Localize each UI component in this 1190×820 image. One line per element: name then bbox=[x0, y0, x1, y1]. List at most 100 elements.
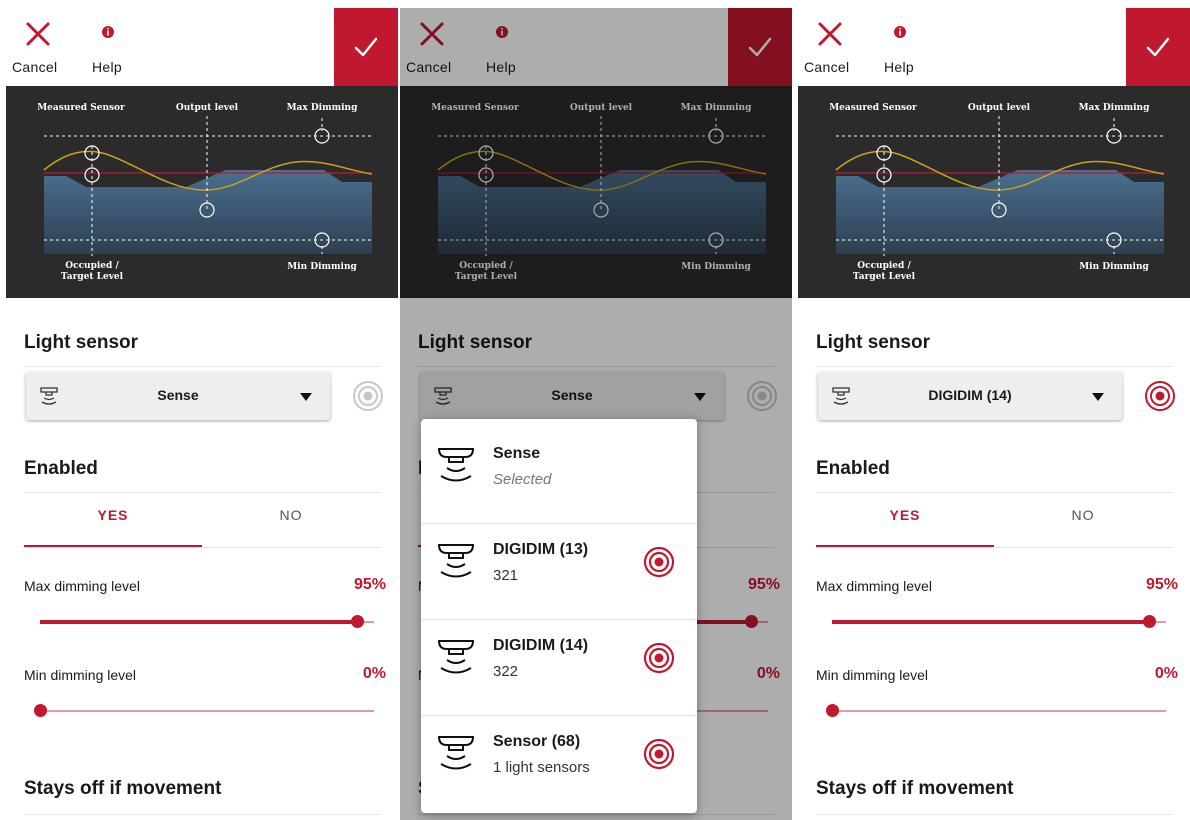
info-icon bbox=[102, 26, 114, 38]
divider bbox=[816, 366, 1172, 367]
dimming-diagram: Measured Sensor Output level Max Dimming… bbox=[798, 86, 1190, 298]
chevron-down-icon bbox=[300, 393, 312, 401]
selected-sensor: Sense bbox=[157, 387, 199, 403]
help-button[interactable]: Help bbox=[884, 8, 944, 86]
min-dimming-value: 0% bbox=[362, 665, 386, 682]
output-level-label: Output level bbox=[176, 103, 239, 113]
selected-sensor: DIGIDIM (14) bbox=[928, 387, 1012, 403]
cancel-label: Cancel bbox=[12, 59, 58, 75]
dropdown-divider bbox=[421, 619, 697, 620]
close-icon bbox=[26, 22, 50, 46]
check-icon bbox=[354, 37, 378, 57]
target-icon[interactable] bbox=[1144, 380, 1176, 412]
cancel-button[interactable]: Cancel bbox=[804, 8, 864, 86]
light-sensor-select[interactable]: DIGIDIM (14) bbox=[818, 372, 1122, 420]
check-icon bbox=[1146, 37, 1170, 57]
chevron-down-icon bbox=[1092, 393, 1104, 401]
measured-sensor-label: Measured Sensor bbox=[37, 103, 125, 113]
enabled-title: Enabled bbox=[816, 458, 890, 479]
light-sensor-title: Light sensor bbox=[24, 332, 139, 353]
dropdown-item[interactable]: DIGIDIM (14) 322 bbox=[421, 611, 697, 707]
dropdown-item-sub: 1 light sensors bbox=[493, 759, 590, 776]
sensor-icon bbox=[437, 544, 475, 578]
min-dimming-thumb[interactable] bbox=[826, 704, 839, 717]
target-icon[interactable] bbox=[643, 642, 675, 674]
stays-off-title: Stays off if movement bbox=[24, 778, 222, 799]
min-dimming-slider[interactable] bbox=[34, 704, 374, 717]
dropdown-item[interactable]: DIGIDIM (13) 321 bbox=[421, 515, 697, 611]
dropdown-item[interactable]: Sensor (68) 1 light sensors bbox=[421, 707, 697, 803]
max-dimming-fill bbox=[40, 620, 358, 624]
light-area bbox=[44, 170, 372, 254]
min-dimming-label: Min dimming level bbox=[816, 667, 929, 683]
sensor-settings-panel-dropdown-open: Cancel Help Measured Sensor Output level… bbox=[400, 8, 792, 820]
help-button[interactable]: Help bbox=[92, 8, 152, 86]
dropdown-item-sub: 321 bbox=[493, 567, 519, 584]
tab-no[interactable]: NO bbox=[994, 500, 1172, 548]
help-label: Help bbox=[92, 59, 122, 75]
stays-off-title: Stays off if movement bbox=[816, 778, 1014, 799]
divider bbox=[816, 814, 1172, 815]
sensor-icon bbox=[437, 736, 475, 770]
min-dimming-label: Min dimming level bbox=[24, 667, 137, 683]
divider bbox=[24, 492, 380, 493]
divider bbox=[24, 547, 380, 548]
min-dimming-thumb[interactable] bbox=[34, 704, 47, 717]
light-area bbox=[836, 170, 1164, 254]
target-level-label: Target Level bbox=[853, 272, 916, 282]
confirm-button[interactable] bbox=[334, 8, 398, 86]
dropdown-divider bbox=[421, 523, 697, 524]
light-sensor-title: Light sensor bbox=[816, 332, 931, 353]
enabled-title: Enabled bbox=[24, 458, 98, 479]
close-icon bbox=[818, 22, 842, 46]
sensor-dropdown-menu: Sense Selected DIGIDIM (13) 321 DIGIDIM (14)… bbox=[421, 419, 697, 813]
divider bbox=[816, 492, 1172, 493]
occupied-label: Occupied / bbox=[65, 261, 119, 271]
target-icon[interactable] bbox=[643, 546, 675, 578]
confirm-button[interactable] bbox=[1126, 8, 1190, 86]
max-dimming-label: Max Dimming bbox=[287, 103, 359, 113]
measured-sensor-label: Measured Sensor bbox=[829, 103, 917, 113]
top-bar: Cancel Help bbox=[798, 8, 1190, 86]
dropdown-item-name: DIGIDIM (13) bbox=[493, 541, 589, 558]
min-dimming-label: Min Dimming bbox=[287, 262, 357, 272]
sensor-icon bbox=[40, 387, 58, 405]
max-dimming-thumb[interactable] bbox=[1143, 615, 1157, 628]
target-icon[interactable] bbox=[643, 738, 675, 770]
tab-yes[interactable]: YES bbox=[24, 500, 202, 548]
max-dimming-thumb[interactable] bbox=[351, 615, 365, 628]
max-dimming-value: 95% bbox=[353, 576, 386, 593]
dropdown-item[interactable]: Sense Selected bbox=[421, 419, 697, 515]
cancel-button[interactable]: Cancel bbox=[12, 8, 72, 86]
sensor-settings-panel: Cancel Help Measured Sensor Output level… bbox=[6, 8, 398, 820]
min-dimming-value: 0% bbox=[1154, 665, 1178, 682]
divider bbox=[816, 547, 1172, 548]
target-icon[interactable] bbox=[352, 380, 384, 412]
max-dimming-slider[interactable] bbox=[40, 615, 374, 628]
min-dimming-label: Min Dimming bbox=[1079, 262, 1149, 272]
dimming-diagram: Measured Sensor Output level Max Dimming… bbox=[6, 86, 398, 298]
max-dimming-slider[interactable] bbox=[832, 615, 1166, 628]
tab-yes[interactable]: YES bbox=[816, 500, 994, 548]
sensor-icon bbox=[832, 387, 850, 405]
light-sensor-select[interactable]: Sense bbox=[26, 372, 330, 420]
sensor-settings-panel-digidim-selected: Cancel Help Measured Sensor Output level… bbox=[798, 8, 1190, 820]
info-icon bbox=[894, 26, 906, 38]
cancel-label: Cancel bbox=[804, 59, 850, 75]
dropdown-item-sub: Selected bbox=[493, 471, 552, 488]
enabled-toggle: YES NO bbox=[24, 500, 380, 548]
max-dimming-label: Max Dimming bbox=[1079, 103, 1151, 113]
output-level-label: Output level bbox=[968, 103, 1031, 113]
dropdown-item-name: Sense bbox=[493, 445, 541, 462]
help-label: Help bbox=[884, 59, 914, 75]
tab-no[interactable]: NO bbox=[202, 500, 380, 548]
dropdown-divider bbox=[421, 715, 697, 716]
min-dimming-slider[interactable] bbox=[826, 704, 1166, 717]
max-dimming-fill bbox=[832, 620, 1150, 624]
max-dimming-label: Max dimming level bbox=[24, 578, 140, 594]
enabled-toggle: YES NO bbox=[816, 500, 1172, 548]
divider bbox=[24, 366, 380, 367]
max-dimming-value: 95% bbox=[1145, 576, 1178, 593]
divider bbox=[24, 814, 380, 815]
top-bar: Cancel Help bbox=[6, 8, 398, 86]
